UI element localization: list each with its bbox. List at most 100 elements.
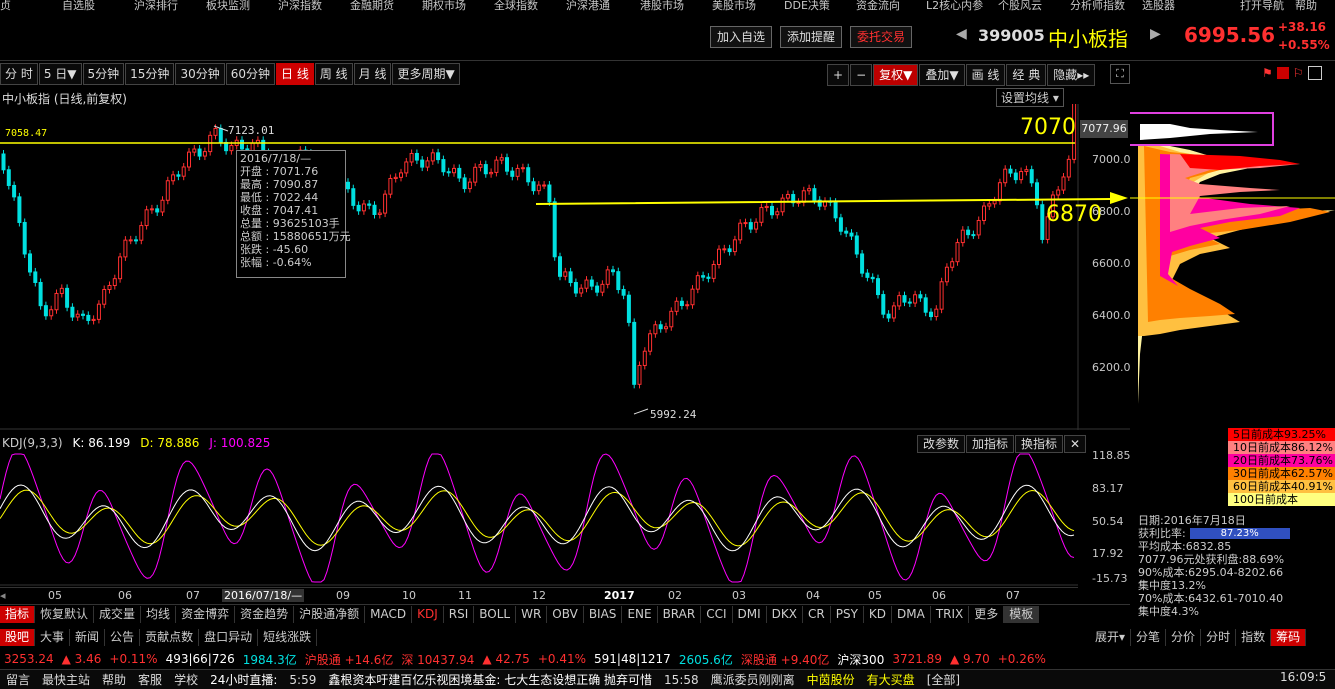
period-button[interactable]: 分 时 — [0, 63, 38, 85]
indicator-tab[interactable]: BRAR — [658, 605, 702, 623]
period-button[interactable]: 月 线 — [353, 63, 392, 85]
bottom-tab[interactable]: 股吧 — [0, 628, 36, 646]
indicator-tab[interactable]: DMI — [733, 605, 767, 623]
kdj-tool-button[interactable]: 加指标 — [966, 435, 1015, 453]
indicator-tab[interactable]: 指标 — [0, 605, 36, 623]
kdj-tool-button[interactable]: ✕ — [1064, 435, 1087, 453]
top-menu-item[interactable]: 期权市场 — [422, 0, 466, 12]
prev-stock-icon[interactable]: ◀ — [956, 26, 967, 42]
indicator-tab[interactable]: 成交量 — [94, 605, 142, 623]
bottom-tab[interactable]: 公告 — [105, 628, 141, 646]
indicator-tab[interactable]: KD — [864, 605, 893, 623]
top-menu-item[interactable]: 选股器 — [1142, 0, 1175, 12]
period-button[interactable]: 周 线 — [314, 63, 353, 85]
indicator-tab[interactable]: 均线 — [141, 605, 177, 623]
period-button[interactable]: 60分钟 — [225, 63, 275, 85]
top-menu-item[interactable]: DDE决策 — [784, 0, 830, 12]
bottom-right-tab[interactable]: 分时 — [1201, 628, 1237, 646]
indicator-tab[interactable]: 恢复默认 — [35, 605, 95, 623]
top-menu-item[interactable]: 金融期货 — [350, 0, 394, 12]
indicator-tab[interactable]: DKX — [767, 605, 803, 623]
indicator-tab[interactable]: MACD — [365, 605, 413, 623]
top-menu-item[interactable]: L2核心内参 — [926, 0, 983, 12]
top-menu-item[interactable]: 港股市场 — [640, 0, 684, 12]
bottom-tab[interactable]: 短线涨跌 — [258, 628, 318, 646]
scroll-left-icon[interactable]: ◂ — [0, 589, 6, 602]
indicator-tab[interactable]: PSY — [831, 605, 864, 623]
indicator-tab[interactable]: 资金趋势 — [235, 605, 295, 623]
period-button[interactable]: 日 线 — [276, 63, 314, 85]
status-item[interactable]: 鑫根资本吁建百亿乐视困境基金: 七大生态设想正确 抛弃可惜 — [328, 671, 652, 688]
top-menu-item[interactable]: 全球指数 — [494, 0, 538, 12]
fullscreen-icon[interactable]: ⛶ — [1110, 64, 1130, 84]
top-menu-item[interactable]: 贞 — [0, 0, 11, 12]
indicator-tab[interactable]: 沪股通净额 — [294, 605, 366, 623]
top-menu-item[interactable]: 自选股 — [62, 0, 95, 12]
flag-icon[interactable]: ⚑ — [1262, 66, 1273, 80]
bottom-right-tab[interactable]: 分价 — [1166, 628, 1202, 646]
bottom-tab[interactable]: 新闻 — [70, 628, 106, 646]
chart-tool-button[interactable]: + — [827, 64, 850, 86]
bottom-right-tab[interactable]: 筹码 — [1271, 628, 1307, 646]
status-item[interactable]: 24小时直播: — [210, 671, 277, 688]
top-menu-item[interactable]: 沪深港通 — [566, 0, 610, 12]
top-menu-item[interactable]: 沪深排行 — [134, 0, 178, 12]
chip-red-icon[interactable] — [1276, 67, 1289, 79]
status-item[interactable]: 学校 — [174, 671, 198, 688]
indicator-tab[interactable]: RSI — [444, 605, 475, 623]
top-menu-item[interactable]: 分析师指数 — [1070, 0, 1125, 12]
indicator-tab[interactable]: DMA — [892, 605, 931, 623]
top-menu-item[interactable]: 个股风云 — [998, 0, 1042, 12]
top-menu-item[interactable]: 板块监测 — [206, 0, 250, 12]
status-item[interactable]: 最快主站 — [42, 671, 90, 688]
kdj-tool-button[interactable]: 换指标 — [1015, 435, 1064, 453]
status-item[interactable]: 留言 — [6, 671, 30, 688]
chart-tool-button[interactable]: 画 线 — [965, 64, 1006, 86]
bottom-tab[interactable]: 盘口异动 — [199, 628, 259, 646]
status-item[interactable]: 帮助 — [102, 671, 126, 688]
indicator-tab[interactable]: TRIX — [931, 605, 970, 623]
top-menu-item[interactable]: 帮助 — [1295, 0, 1317, 12]
kdj-tool-button[interactable]: 改参数 — [917, 435, 966, 453]
indicator-tab[interactable]: CCI — [701, 605, 733, 623]
top-menu-item[interactable]: 沪深指数 — [278, 0, 322, 12]
status-item[interactable]: 有大买盘 — [867, 671, 915, 688]
top-menu-item[interactable]: 美股市场 — [712, 0, 756, 12]
top-menu-item[interactable]: 打开导航 — [1240, 0, 1284, 12]
indicator-tab[interactable]: 模板 — [1004, 605, 1040, 623]
top-menu-item[interactable]: 资金流向 — [856, 0, 900, 12]
add-watch-button[interactable]: 加入自选 — [710, 26, 773, 48]
indicator-tab[interactable]: WR — [516, 605, 548, 623]
indicator-tab[interactable]: CR — [803, 605, 831, 623]
next-stock-icon[interactable]: ▶ — [1150, 26, 1161, 42]
period-button[interactable]: 15分钟 — [125, 63, 175, 85]
period-button[interactable]: 更多周期▼ — [392, 63, 460, 85]
chip-flag-icon[interactable]: ⚐ — [1293, 66, 1304, 80]
indicator-tab[interactable]: 资金博弈 — [176, 605, 236, 623]
indicator-tab[interactable]: KDJ — [412, 605, 444, 623]
trade-button[interactable]: 委托交易 — [850, 26, 913, 48]
bottom-tab[interactable]: 大事 — [35, 628, 71, 646]
add-alert-button[interactable]: 添加提醒 — [780, 26, 843, 48]
indicator-tab[interactable]: ENE — [622, 605, 658, 623]
period-button[interactable]: 5分钟 — [82, 63, 125, 85]
period-button[interactable]: 5 日▼ — [38, 63, 82, 85]
bottom-tab[interactable]: 贡献点数 — [140, 628, 200, 646]
status-item[interactable]: 中茵股份 — [807, 671, 855, 688]
status-item[interactable]: 15:58 — [664, 673, 699, 687]
chart-tool-button[interactable]: 隐藏▸▸ — [1047, 64, 1096, 86]
status-item[interactable]: 鹰派委员刚刚离 — [711, 671, 795, 688]
chart-tool-button[interactable]: 叠加▼ — [919, 64, 965, 86]
indicator-tab[interactable]: 更多 — [969, 605, 1005, 623]
period-button[interactable]: 30分钟 — [175, 63, 225, 85]
chart-tool-button[interactable]: 经 典 — [1006, 64, 1047, 86]
status-item[interactable]: [全部] — [927, 671, 960, 688]
chip-box-icon[interactable] — [1307, 66, 1322, 80]
bottom-right-tab[interactable]: 展开▾ — [1090, 628, 1132, 646]
arrow-6870[interactable] — [536, 192, 1128, 205]
indicator-tab[interactable]: BIAS — [584, 605, 623, 623]
bottom-right-tab[interactable]: 指数 — [1236, 628, 1272, 646]
status-item[interactable]: 5:59 — [289, 673, 316, 687]
chart-tool-button[interactable]: 复权▼ — [873, 64, 919, 86]
chart-tool-button[interactable]: − — [850, 64, 873, 86]
